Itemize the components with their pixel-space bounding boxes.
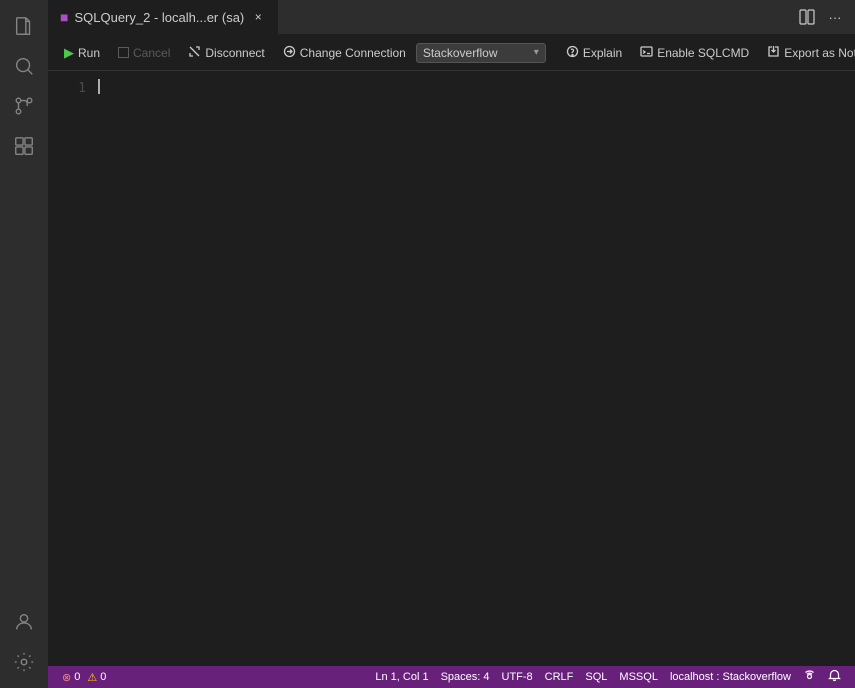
error-icon: ⊗ (62, 671, 71, 684)
disconnect-button[interactable]: Disconnect (180, 42, 272, 64)
line-number-1: 1 (48, 79, 86, 98)
spaces-text: Spaces: 4 (441, 671, 490, 683)
sqlcmd-icon (640, 45, 653, 61)
cancel-label: Cancel (133, 46, 170, 60)
account-icon[interactable] (6, 604, 42, 640)
encoding-status[interactable]: UTF-8 (496, 666, 539, 688)
cursor-line (98, 79, 855, 94)
search-activity-icon[interactable] (6, 48, 42, 84)
line-ending-status[interactable]: CRLF (539, 666, 580, 688)
export-notebook-button[interactable]: Export as Notebook (759, 42, 855, 64)
export-notebook-label: Export as Notebook (784, 46, 855, 60)
tab-label: SQLQuery_2 - localh...er (sa) (74, 10, 244, 25)
tab-bar: ■ SQLQuery_2 - localh...er (sa) × ··· (48, 0, 855, 35)
run-label: Run (78, 46, 100, 60)
status-bar: ⊗ 0 ⚠ 0 Ln 1, Col 1 Spaces: 4 UTF-8 CRLF… (48, 666, 855, 688)
disconnect-icon (188, 45, 201, 61)
explain-icon (566, 45, 579, 61)
tab-close-button[interactable]: × (250, 9, 266, 25)
position-text: Ln 1, Col 1 (375, 671, 428, 683)
enable-sqlcmd-label: Enable SQLCMD (657, 46, 749, 60)
disconnect-label: Disconnect (205, 46, 264, 60)
error-count: 0 (74, 671, 80, 683)
language-status[interactable]: SQL (579, 666, 613, 688)
split-editor-button[interactable] (795, 5, 819, 29)
text-cursor (98, 79, 100, 94)
encoding-text: UTF-8 (502, 671, 533, 683)
dropdown-arrow-icon: ▾ (534, 47, 539, 58)
error-status[interactable]: ⊗ 0 ⚠ 0 (56, 666, 112, 688)
connection-name: Stackoverflow (423, 46, 498, 60)
run-button[interactable]: ▶ Run (56, 42, 108, 64)
change-connection-icon (283, 45, 296, 61)
cancel-icon (118, 47, 129, 58)
more-actions-button[interactable]: ··· (823, 5, 847, 29)
cursor-position[interactable]: Ln 1, Col 1 (369, 666, 434, 688)
server-status[interactable]: localhost : Stackoverflow (664, 666, 797, 688)
tab-sql-icon: ■ (60, 9, 68, 25)
editor-content[interactable] (98, 71, 855, 666)
notification-icon (828, 669, 841, 685)
export-icon (767, 45, 780, 61)
files-icon[interactable] (6, 8, 42, 44)
spaces-status[interactable]: Spaces: 4 (435, 666, 496, 688)
change-connection-label: Change Connection (300, 46, 406, 60)
language-text: SQL (585, 671, 607, 683)
activity-bar-bottom (6, 604, 42, 688)
settings-icon[interactable] (6, 644, 42, 680)
line-numbers: 1 (48, 71, 98, 666)
run-icon: ▶ (64, 45, 74, 61)
toolbar: ▶ Run Cancel Disconnect Cha (48, 35, 855, 71)
main-content: ■ SQLQuery_2 - localh...er (sa) × ··· ▶ … (48, 0, 855, 688)
notification-button[interactable] (822, 666, 847, 688)
broadcast-button[interactable] (797, 666, 822, 688)
server-text: localhost : Stackoverflow (670, 671, 791, 683)
extensions-icon[interactable] (6, 128, 42, 164)
enable-sqlcmd-button[interactable]: Enable SQLCMD (632, 42, 757, 64)
connection-dropdown[interactable]: Stackoverflow ▾ (416, 43, 546, 63)
explain-label: Explain (583, 46, 622, 60)
tab-bar-actions: ··· (795, 5, 855, 29)
editor-area: 1 (48, 71, 855, 666)
explain-button[interactable]: Explain (558, 42, 630, 64)
warning-icon: ⚠ (87, 671, 97, 684)
editor-tab[interactable]: ■ SQLQuery_2 - localh...er (sa) × (48, 0, 279, 35)
dialect-status[interactable]: MSSQL (613, 666, 664, 688)
warning-count: 0 (100, 671, 106, 683)
source-control-icon[interactable] (6, 88, 42, 124)
broadcast-icon (803, 669, 816, 685)
line-ending-text: CRLF (545, 671, 574, 683)
activity-bar (0, 0, 48, 688)
change-connection-button[interactable]: Change Connection (275, 42, 414, 64)
cancel-button[interactable]: Cancel (110, 43, 178, 63)
dialect-text: MSSQL (619, 671, 658, 683)
